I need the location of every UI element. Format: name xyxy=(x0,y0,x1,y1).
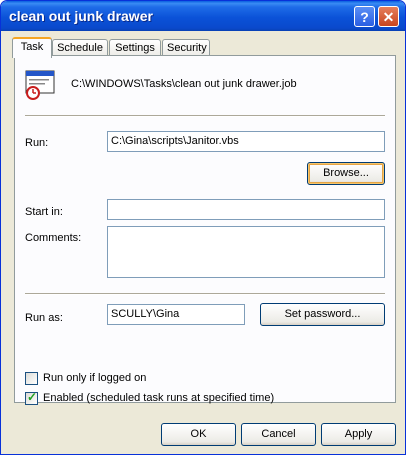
comments-label: Comments: xyxy=(25,232,82,244)
run-only-logged-on-checkbox[interactable] xyxy=(25,372,38,385)
run-as-input[interactable]: SCULLY\Gina xyxy=(107,304,245,325)
close-button[interactable]: ✕ xyxy=(378,6,399,27)
checkmark-icon: ✓ xyxy=(27,390,38,404)
apply-button[interactable]: Apply xyxy=(321,423,396,446)
comments-input[interactable] xyxy=(107,226,385,278)
separator-middle xyxy=(25,293,385,295)
separator-top xyxy=(25,115,385,117)
run-label: Run: xyxy=(25,137,49,149)
ok-button[interactable]: OK xyxy=(161,423,236,446)
window-title: clean out junk drawer xyxy=(9,8,153,24)
run-as-label: Run as: xyxy=(25,312,63,324)
tab-task[interactable]: Task xyxy=(12,37,52,58)
scheduled-task-icon xyxy=(25,70,57,100)
cancel-button[interactable]: Cancel xyxy=(241,423,316,446)
start-in-label: Start in: xyxy=(25,206,63,218)
task-tab-panel: C:\WINDOWS\Tasks\clean out junk drawer.j… xyxy=(14,55,396,405)
task-properties-dialog: clean out junk drawer ? ✕ Task Schedule … xyxy=(0,0,406,455)
enabled-checkbox[interactable]: ✓ xyxy=(25,390,38,405)
set-password-button[interactable]: Set password... xyxy=(260,303,385,326)
task-file-path: C:\WINDOWS\Tasks\clean out junk drawer.j… xyxy=(71,78,297,90)
enabled-label[interactable]: Enabled (scheduled task runs at specifie… xyxy=(43,392,274,404)
help-button[interactable]: ? xyxy=(354,6,375,27)
run-only-logged-on-label[interactable]: Run only if logged on xyxy=(43,372,146,384)
run-input[interactable]: C:\Gina\scripts\Janitor.vbs xyxy=(107,131,385,152)
browse-button[interactable]: Browse... xyxy=(307,162,385,185)
dialog-client-area: Task Schedule Settings Security C:\WINDO… xyxy=(4,31,402,451)
title-bar[interactable]: clean out junk drawer ? ✕ xyxy=(1,1,405,31)
start-in-input[interactable] xyxy=(107,199,385,220)
